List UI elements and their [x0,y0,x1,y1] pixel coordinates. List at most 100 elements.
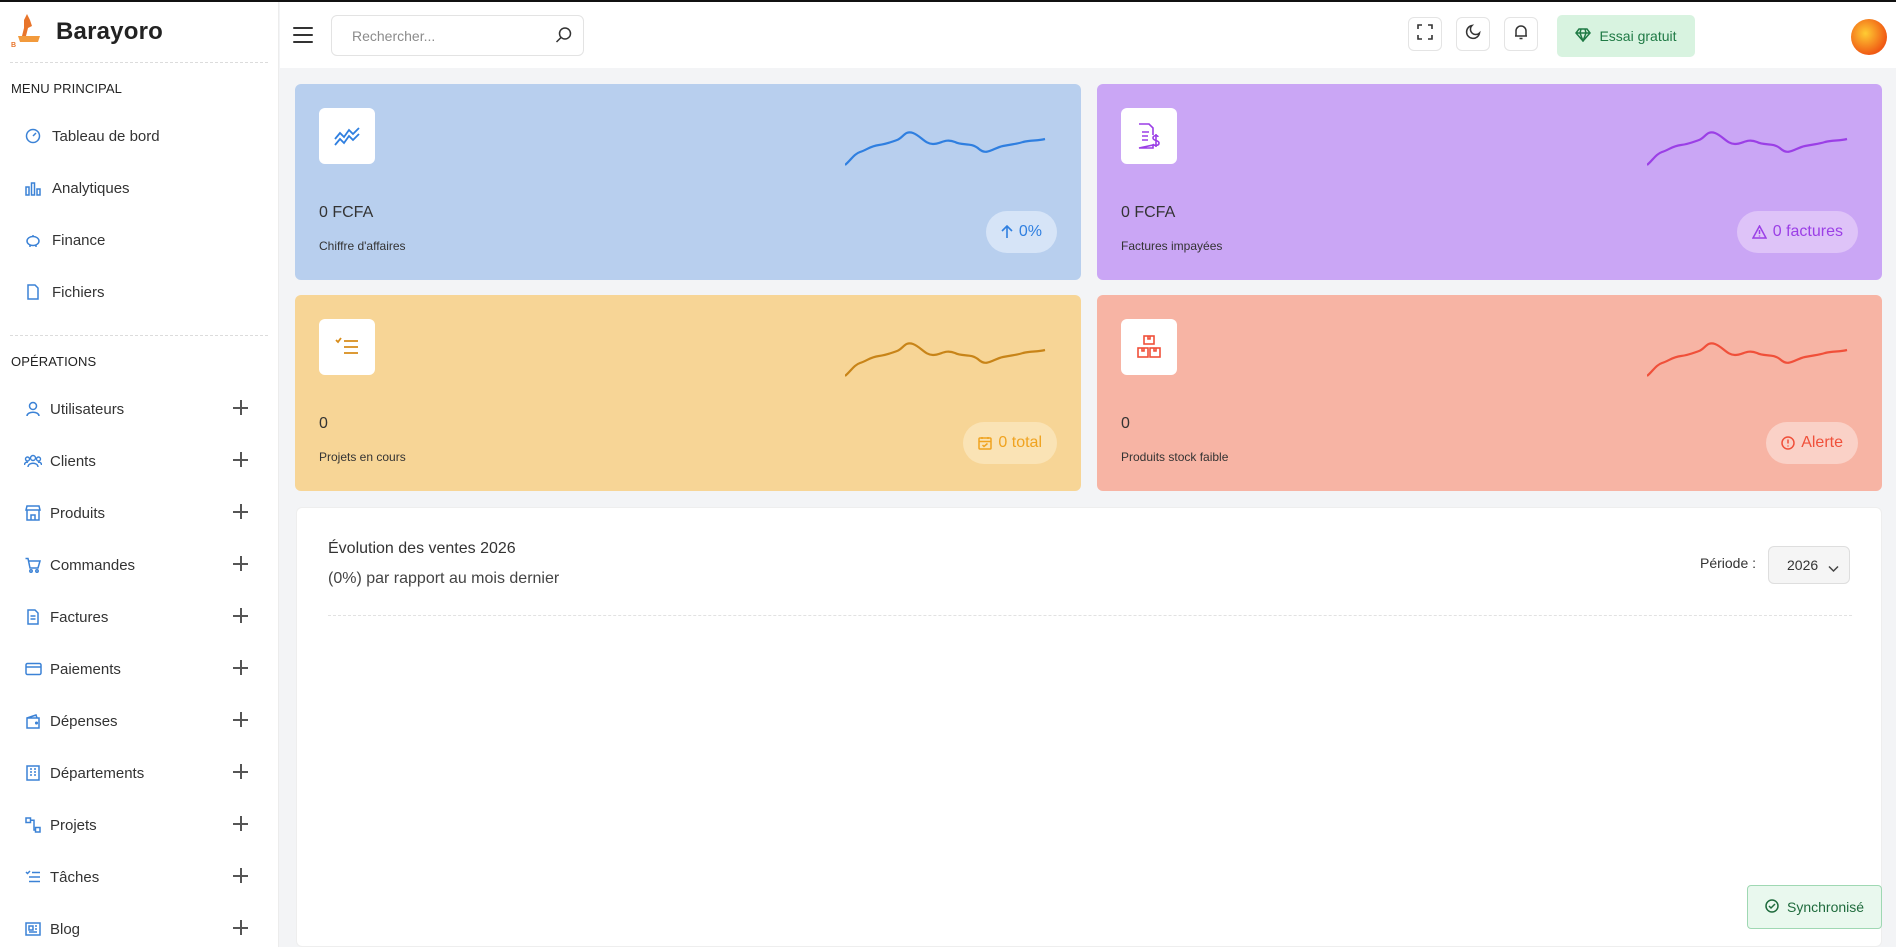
expand-plus-icon[interactable] [232,711,250,729]
stock-badge-text: Alerte [1801,434,1843,451]
sidebar-item-analytics[interactable]: Analytiques [0,162,278,214]
diamond-icon [1575,27,1592,45]
projects-sparkline [845,342,1046,377]
projects-badge-text: 0 total [998,434,1042,451]
sync-toast[interactable]: Synchronisé [1747,885,1882,929]
revenue-value: 0 FCFA [319,204,374,221]
sidebar-item-departments[interactable]: Départements [0,747,278,799]
building-icon [24,764,42,782]
sidebar-item-payments[interactable]: Paiements [0,643,278,695]
check-circle-icon [1765,898,1779,916]
revenue-label: Chiffre d'affaires [319,239,406,253]
sidebar-item-label: Utilisateurs [50,400,125,418]
sidebar-item-label: Paiements [50,660,121,678]
sidebar-item-tasks[interactable]: Tâches [0,851,278,903]
expand-plus-icon[interactable] [232,659,250,677]
trend-icon [319,108,375,164]
theme-toggle-button[interactable] [1456,17,1490,51]
free-trial-label: Essai gratuit [1599,28,1677,44]
workflow-icon [24,816,42,834]
sales-title: Évolution des ventes 2026 [328,540,516,557]
sidebar-item-label: Finance [52,231,106,249]
sidebar-item-label: Factures [50,608,109,626]
expand-plus-icon[interactable] [232,555,250,573]
unpaid-sparkline [1647,131,1848,166]
sidebar-item-clients[interactable]: Clients [0,435,278,487]
revenue-badge: 0% [985,211,1057,253]
sidebar-item-orders[interactable]: Commandes [0,539,278,591]
sales-subtitle: (0%) par rapport au mois dernier [328,570,560,587]
arrow-up-icon [1001,225,1013,239]
unpaid-badge-text: 0 factures [1772,223,1843,240]
expand-plus-icon[interactable] [232,763,250,781]
expand-plus-icon[interactable] [232,815,250,833]
bar-chart-icon [24,179,42,197]
credit-card-icon [24,660,42,678]
sidebar-item-dashboard[interactable]: Tableau de bord [0,110,278,162]
unpaid-value: 0 FCFA [1121,204,1176,221]
cart-icon [24,556,42,574]
chevron-down-icon [1828,560,1839,576]
stock-badge: Alerte [1766,422,1858,464]
avatar[interactable] [1851,19,1887,55]
moon-icon [1465,23,1481,45]
sidebar-item-users[interactable]: Utilisateurs [0,383,278,435]
expand-plus-icon[interactable] [232,867,250,885]
sidebar-item-invoices[interactable]: Factures [0,591,278,643]
divider [328,615,1852,616]
fullscreen-icon [1417,23,1433,45]
section-title-operations: OPÉRATIONS [11,354,97,369]
sidebar-item-finance[interactable]: Finance [0,214,278,266]
menu-icon[interactable] [293,27,313,43]
card-revenue: 0 FCFA Chiffre d'affaires 0% [295,84,1081,280]
sidebar-item-label: Tableau de bord [52,127,160,145]
svg-text:B: B [11,42,16,49]
period-label: Période : [1700,555,1757,571]
expand-plus-icon[interactable] [232,399,250,417]
sidebar: B Barayoro MENU PRINCIPAL Tableau de bor… [0,2,279,947]
expand-plus-icon[interactable] [232,503,250,521]
invoice-dollar-icon [1121,108,1177,164]
expand-plus-icon[interactable] [232,607,250,625]
revenue-badge-text: 0% [1018,223,1042,240]
card-unpaid-invoices: 0 FCFA Factures impayées 0 factures [1097,84,1882,280]
sidebar-item-blog[interactable]: Blog [0,903,278,947]
revenue-sparkline [845,131,1046,166]
store-icon [24,504,42,522]
projects-value: 0 [319,415,328,432]
sidebar-item-label: Dépenses [50,712,118,730]
news-icon [24,920,42,938]
fullscreen-button[interactable] [1408,17,1442,51]
search-input[interactable] [332,16,532,55]
piggy-bank-icon [24,231,42,249]
sidebar-item-expenses[interactable]: Dépenses [0,695,278,747]
sidebar-item-projects[interactable]: Projets [0,799,278,851]
free-trial-button[interactable]: Essai gratuit [1557,15,1695,57]
notifications-button[interactable] [1504,17,1538,51]
card-low-stock: 0 Produits stock faible Alerte [1097,295,1882,491]
sidebar-item-files[interactable]: Fichiers [0,266,278,318]
unpaid-label: Factures impayées [1121,239,1223,253]
alert-circle-icon [1781,436,1795,450]
projects-badge: 0 total [963,422,1057,464]
checklist-icon [24,868,42,886]
sidebar-item-label: Tâches [50,868,100,886]
users-icon [24,452,42,470]
sidebar-item-label: Départements [50,764,145,782]
projects-label: Projets en cours [319,450,406,464]
brand[interactable]: B Barayoro [0,2,278,62]
sales-panel: Évolution des ventes 2026 (0%) par rappo… [296,507,1882,947]
card-projects: 0 Projets en cours 0 total [295,295,1081,491]
sidebar-item-label: Projets [50,816,97,834]
search-icon[interactable] [555,26,573,49]
sync-toast-label: Synchronisé [1787,899,1865,915]
period-select[interactable]: 2026 [1768,546,1850,584]
task-list-icon [319,319,375,375]
calendar-check-icon [978,436,993,450]
expand-plus-icon[interactable] [232,919,250,937]
sidebar-item-label: Produits [50,504,106,522]
bell-icon [1513,24,1529,45]
unpaid-badge: 0 factures [1736,211,1858,253]
sidebar-item-products[interactable]: Produits [0,487,278,539]
expand-plus-icon[interactable] [232,451,250,469]
